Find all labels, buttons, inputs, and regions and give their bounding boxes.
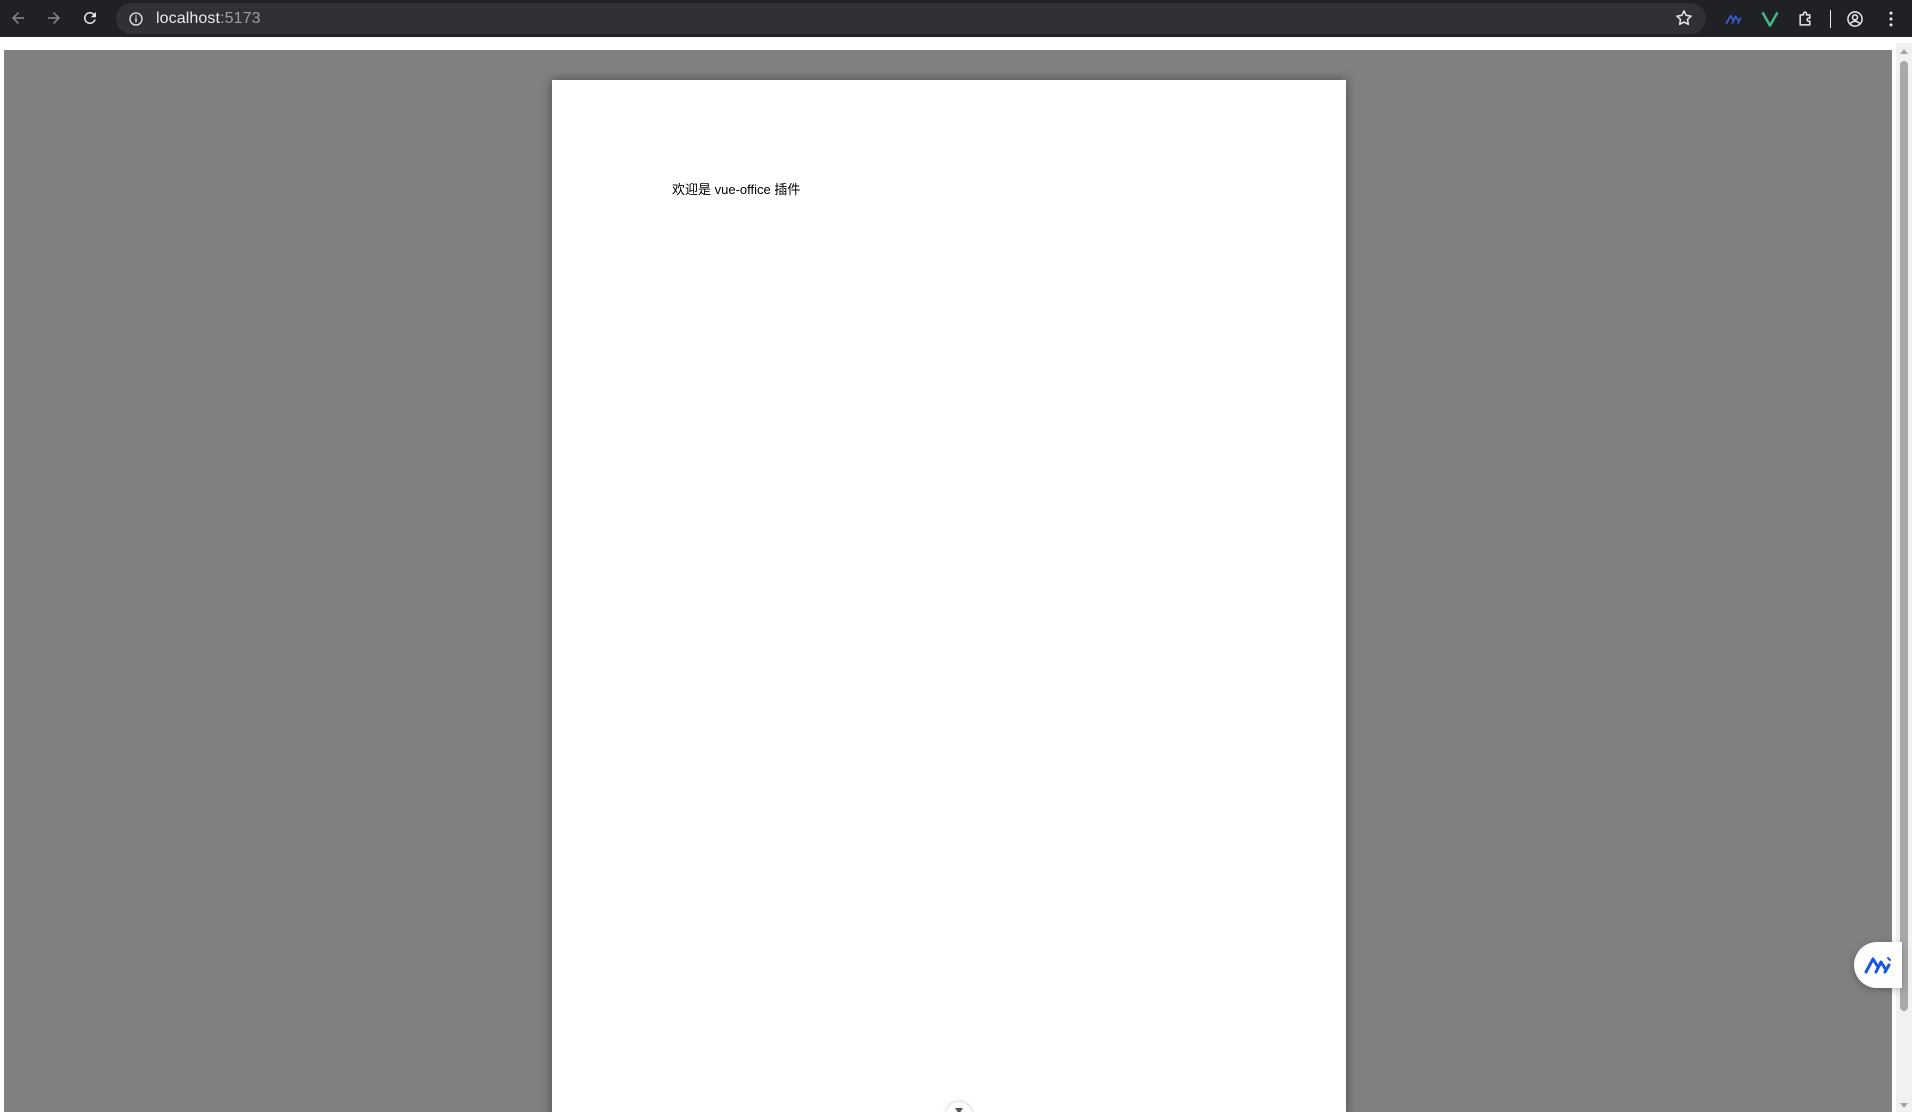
- more-vert-icon[interactable]: [1873, 1, 1909, 37]
- document-viewer: 欢迎是 vue-office 插件: [4, 50, 1892, 1112]
- extensions-area: [1716, 0, 1909, 37]
- vue-devtools-icon[interactable]: [1752, 1, 1788, 37]
- back-button[interactable]: [0, 0, 36, 36]
- arrow-left-icon: [12, 12, 24, 24]
- merlin-floating-button[interactable]: [1854, 942, 1902, 988]
- url-text: localhost:5173: [156, 10, 261, 28]
- info-icon[interactable]: [126, 9, 146, 29]
- document-page: 欢迎是 vue-office 插件: [552, 80, 1346, 1112]
- reload-icon: [83, 11, 96, 24]
- merlin-extension-icon[interactable]: [1716, 1, 1752, 37]
- extensions-puzzle-icon[interactable]: [1788, 1, 1824, 37]
- url-port: :5173: [220, 9, 261, 27]
- toolbar-separator: [1830, 9, 1831, 28]
- merlin-logo-icon: [1864, 957, 1891, 974]
- url-host: localhost: [156, 9, 221, 27]
- page-viewport: 欢迎是 vue-office 插件: [0, 43, 1912, 1112]
- chevron-down-icon[interactable]: [946, 1102, 972, 1112]
- browser-toolbar: localhost:5173: [0, 0, 1912, 37]
- scroll-up-arrow[interactable]: [1900, 49, 1908, 54]
- star-icon[interactable]: [1674, 8, 1694, 28]
- scroll-down-arrow[interactable]: [1900, 1103, 1908, 1108]
- forward-button[interactable]: [36, 0, 72, 36]
- account-circle-icon[interactable]: [1837, 1, 1873, 37]
- document-paragraph: 欢迎是 vue-office 插件: [672, 182, 801, 197]
- reload-button[interactable]: [72, 0, 108, 36]
- arrow-right-icon: [48, 12, 60, 24]
- scroll-thumb[interactable]: [1900, 61, 1908, 1011]
- address-bar[interactable]: localhost:5173: [116, 3, 1706, 34]
